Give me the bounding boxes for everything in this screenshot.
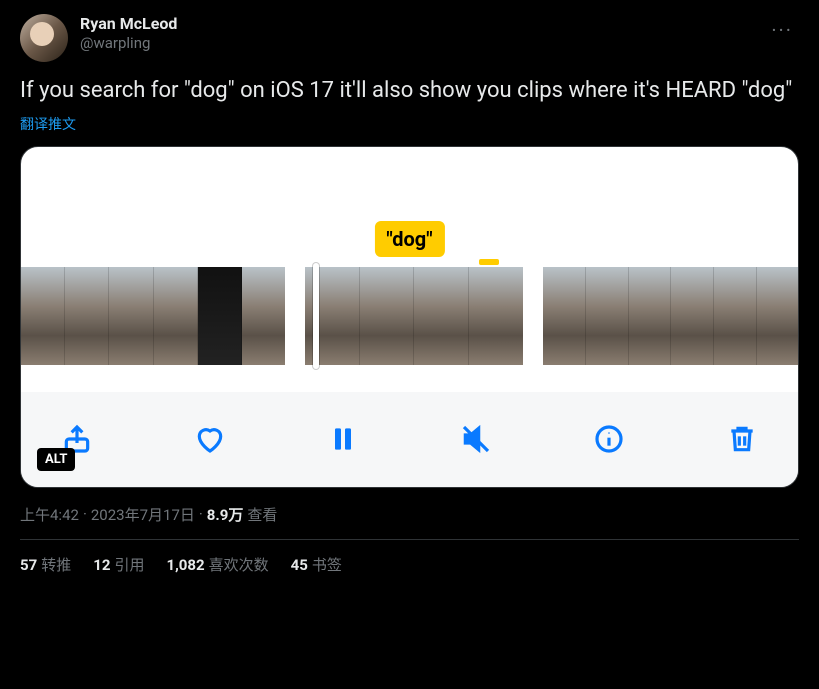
likes-count: 1,082 <box>166 556 204 574</box>
clip-frame <box>469 267 523 365</box>
time-label[interactable]: 上午4:42 <box>20 504 79 525</box>
media-controls <box>21 392 798 487</box>
alt-badge[interactable]: ALT <box>37 448 75 471</box>
user-names[interactable]: Ryan McLeod @warpling <box>80 14 177 53</box>
tweet-stats: 57转推 12引用 1,082 喜欢次数 45书签 <box>20 540 799 575</box>
bookmarks-label: 书签 <box>312 556 342 574</box>
tweet-text: If you search for "dog" on iOS 17 it'll … <box>20 76 799 106</box>
clip-frame <box>543 267 586 365</box>
dot: · <box>83 505 87 523</box>
retweets-stat[interactable]: 57转推 <box>20 554 71 575</box>
clip-frame <box>198 267 242 365</box>
user-handle: @warpling <box>80 34 177 53</box>
retweets-label: 转推 <box>41 556 71 574</box>
timeline-marker <box>479 259 499 265</box>
clip-frame <box>360 267 415 365</box>
clip-group <box>305 267 523 365</box>
search-term-badge: "dog" <box>374 221 444 257</box>
views-label: 查看 <box>247 504 277 525</box>
mute-icon[interactable] <box>458 421 494 457</box>
clip-frame <box>586 267 629 365</box>
bookmarks-count: 45 <box>291 556 308 574</box>
date-label[interactable]: 2023年7月17日 <box>91 504 195 525</box>
quotes-stat[interactable]: 12引用 <box>93 554 144 575</box>
clip-frame <box>714 267 757 365</box>
info-icon[interactable] <box>591 421 627 457</box>
clip-group <box>543 267 799 365</box>
tweet-header: Ryan McLeod @warpling ··· <box>20 14 799 62</box>
clip-frame <box>414 267 469 365</box>
clip-frame <box>109 267 153 365</box>
pause-icon[interactable] <box>325 421 361 457</box>
bookmarks-stat[interactable]: 45书签 <box>291 554 342 575</box>
likes-label: 喜欢次数 <box>209 556 269 574</box>
dot: · <box>199 505 203 523</box>
heart-icon[interactable] <box>192 421 228 457</box>
clip-frame <box>65 267 109 365</box>
clip-frame <box>242 267 285 365</box>
media-card[interactable]: "dog" <box>20 146 799 488</box>
avatar[interactable] <box>20 14 68 62</box>
display-name: Ryan McLeod <box>80 14 177 34</box>
clip-frame <box>154 267 198 365</box>
clip-frame <box>757 267 799 365</box>
tweet-container: Ryan McLeod @warpling ··· If you search … <box>0 0 819 575</box>
clip-frame <box>629 267 672 365</box>
translate-link[interactable]: 翻译推文 <box>20 114 76 134</box>
likes-stat[interactable]: 1,082 喜欢次数 <box>166 554 268 575</box>
more-button[interactable]: ··· <box>765 14 799 46</box>
trash-icon[interactable] <box>724 421 760 457</box>
clip-frame <box>305 267 360 365</box>
clip-scrubber[interactable] <box>21 267 798 365</box>
views-count: 8.9万 <box>207 504 244 525</box>
retweets-count: 57 <box>20 556 37 574</box>
quotes-count: 12 <box>93 556 110 574</box>
quotes-label: 引用 <box>114 556 144 574</box>
tweet-meta: 上午4:42 · 2023年7月17日 · 8.9万 查看 <box>20 504 799 540</box>
clip-group <box>21 267 285 365</box>
clip-frame <box>21 267 65 365</box>
clip-frame <box>671 267 714 365</box>
